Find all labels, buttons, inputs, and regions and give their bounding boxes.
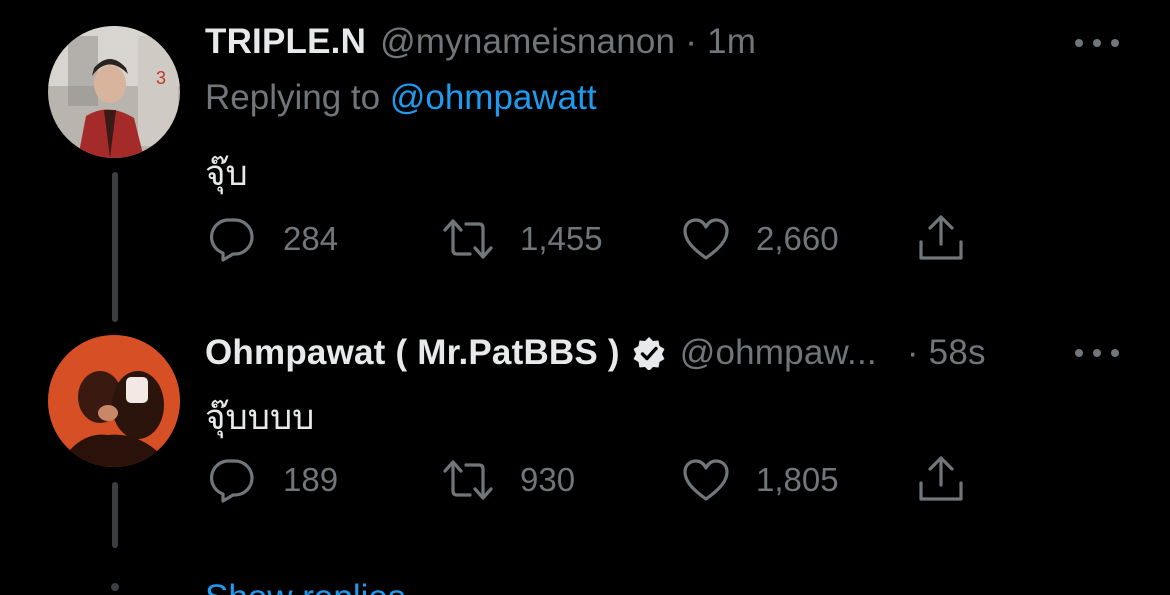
display-name[interactable]: Ohmpawat ( Mr.PatBBS ) <box>205 333 620 373</box>
like-button[interactable]: 1,805 <box>682 457 839 503</box>
user-handle[interactable]: @ohmpaw... <box>680 333 877 373</box>
timestamp[interactable]: 58s <box>929 333 986 373</box>
heart-icon <box>683 459 729 501</box>
tweet-header: TRIPLE.N @mynameisnanon · 1m <box>205 22 756 62</box>
heart-icon <box>683 218 729 260</box>
reply-count: 189 <box>283 461 339 498</box>
user-handle[interactable]: @mynameisnanon <box>380 22 675 62</box>
replying-to: Replying to @ohmpawatt <box>205 78 597 118</box>
retweet-button[interactable]: 930 <box>442 457 575 503</box>
avatar-triple-n[interactable]: 3 <box>48 26 180 158</box>
thread-connector <box>112 172 118 322</box>
share-button[interactable] <box>917 455 965 503</box>
more-icon[interactable] <box>1075 36 1119 50</box>
verified-icon <box>633 337 665 370</box>
tweet-text: จุ๊บบบบ <box>205 398 315 437</box>
separator-dot: · <box>906 333 919 372</box>
avatar-image <box>48 335 180 467</box>
timestamp[interactable]: 1m <box>707 22 756 62</box>
like-count: 1,805 <box>756 461 839 498</box>
retweet-icon <box>443 460 493 500</box>
avatar-image: 3 <box>48 26 180 158</box>
thread-connector <box>112 482 118 548</box>
like-count: 2,660 <box>756 220 839 257</box>
reply-count: 284 <box>283 220 339 257</box>
reply-icon <box>209 218 254 262</box>
share-button[interactable] <box>917 214 965 262</box>
replying-prefix: Replying to <box>205 78 381 117</box>
svg-text:3: 3 <box>156 68 166 88</box>
display-name[interactable]: TRIPLE.N <box>205 22 366 62</box>
reply-icon <box>209 459 254 503</box>
share-icon <box>919 456 963 501</box>
share-icon <box>919 215 963 260</box>
separator-dot: · <box>685 22 698 61</box>
avatar-ohmpawat[interactable] <box>48 335 180 467</box>
mention-link[interactable]: @ohmpawatt <box>390 78 597 117</box>
retweet-count: 1,455 <box>520 220 603 257</box>
like-button[interactable]: 2,660 <box>682 216 839 262</box>
reply-button[interactable]: 284 <box>207 216 338 262</box>
thread-dot <box>111 583 119 591</box>
tweet-text: จุ๊บ <box>205 154 248 193</box>
more-icon[interactable] <box>1075 346 1119 360</box>
retweet-icon <box>443 219 493 259</box>
show-replies-link[interactable]: Show replies <box>205 578 405 595</box>
tweet-thread: 3 TRIPLE.N @mynameisnanon · 1m Replying … <box>0 0 1170 595</box>
reply-button[interactable]: 189 <box>207 457 338 503</box>
retweet-button[interactable]: 1,455 <box>442 216 603 262</box>
retweet-count: 930 <box>520 461 576 498</box>
tweet-header: Ohmpawat ( Mr.PatBBS ) @ohmpaw... · 58s <box>205 333 986 373</box>
